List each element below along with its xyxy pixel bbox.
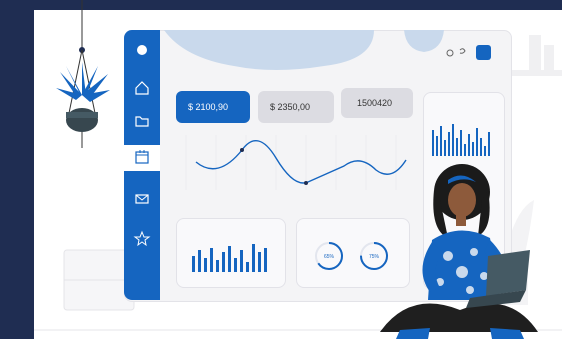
donut-65-label: 65% xyxy=(324,254,335,260)
stat-card-1-value: $ 2100,90 xyxy=(188,102,229,112)
refresh-icon xyxy=(459,48,466,54)
line-point xyxy=(240,148,244,152)
donut-65: 65% xyxy=(315,242,343,270)
mail-icon[interactable] xyxy=(135,194,149,204)
profile-button[interactable] xyxy=(476,45,491,60)
woman-with-laptop xyxy=(380,164,538,339)
settings-icon xyxy=(446,49,454,57)
hanging-plant xyxy=(56,0,110,148)
bar-chart xyxy=(192,244,267,272)
stat-card-2[interactable]: $ 2350,00 xyxy=(258,91,334,123)
home-icon[interactable] xyxy=(135,81,149,95)
mini-bar-chart-right xyxy=(432,124,490,156)
folder-icon[interactable] xyxy=(135,116,149,127)
sidebar-icons xyxy=(124,45,160,247)
star-icon[interactable] xyxy=(133,230,151,247)
top-controls xyxy=(446,45,491,60)
stat-card-2-value: $ 2350,00 xyxy=(270,102,311,112)
line-point xyxy=(304,181,308,185)
stat-card-1[interactable]: $ 2100,90 xyxy=(176,91,250,123)
stat-card-3-value: 1500420 xyxy=(357,98,393,108)
stat-card-3[interactable]: 1500420 xyxy=(341,88,413,118)
